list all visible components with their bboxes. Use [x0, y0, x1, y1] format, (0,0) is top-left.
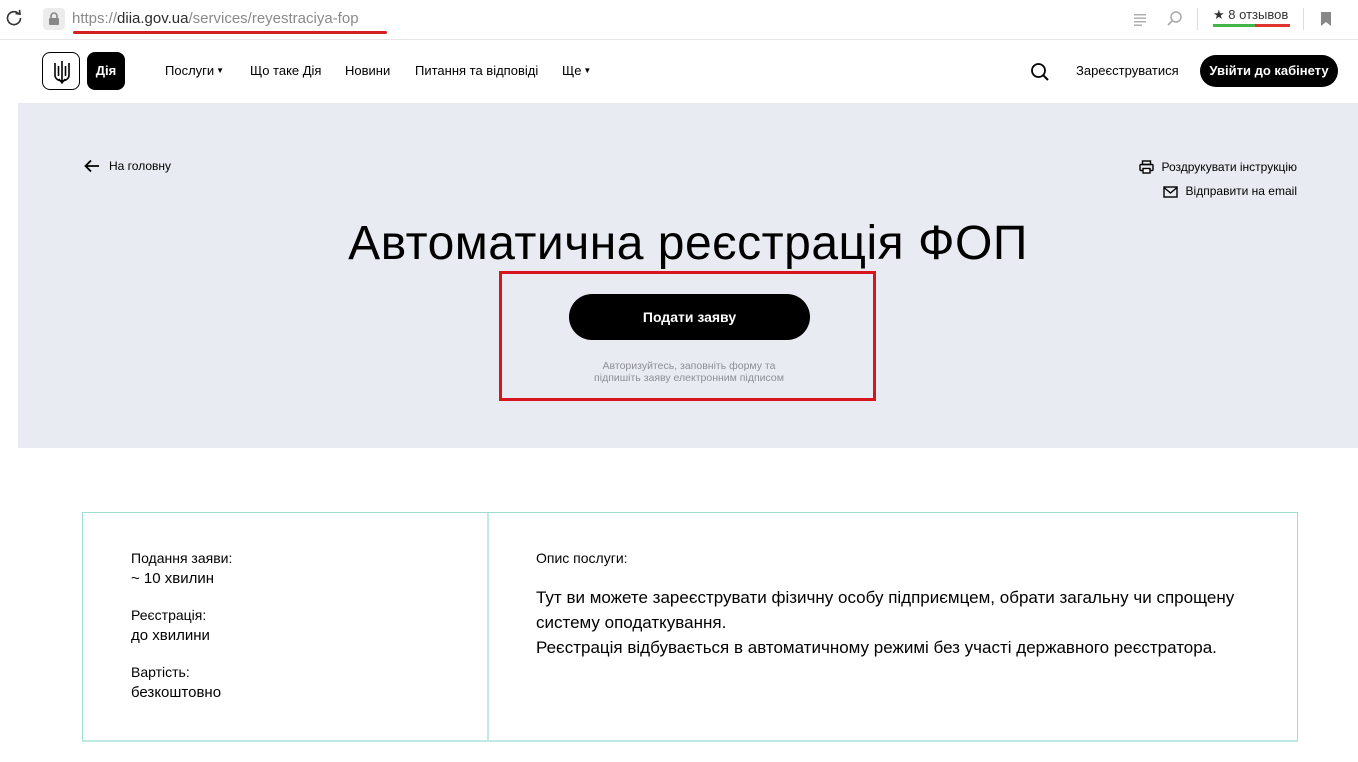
nav-about[interactable]: Що таке Дія: [250, 63, 321, 78]
apply-hint-line: Авторизуйтесь, заповніть форму та: [602, 360, 776, 372]
toolbar-divider: [1197, 8, 1198, 30]
nav-services[interactable]: Послуги ▼: [165, 63, 224, 78]
browser-address-bar: https://diia.gov.ua/services/reyestraciy…: [0, 0, 1358, 40]
print-instruction-link[interactable]: Роздрукувати інструкцію: [1138, 158, 1297, 174]
service-description: Тут ви можете зареєструвати фізичну особ…: [536, 585, 1256, 660]
url-path: /services/reyestraciya-fop: [188, 10, 359, 27]
send-email-link[interactable]: Відправити на email: [1162, 182, 1297, 198]
arrow-left-icon: [84, 159, 99, 173]
trident-icon: [54, 61, 70, 84]
nav-news[interactable]: Новини: [345, 63, 390, 78]
site-search-icon[interactable]: [1030, 62, 1050, 82]
login-button[interactable]: Увійти до кабінету: [1200, 55, 1338, 87]
description-label: Опис послуги:: [536, 550, 628, 566]
submission-time-value: ~ 10 хвилин: [131, 570, 215, 587]
lock-icon[interactable]: [43, 8, 65, 30]
diia-logo[interactable]: Дія: [87, 52, 125, 90]
description-paragraph: Реєстрація відбувається в автоматичному …: [536, 638, 1217, 657]
card-divider: [487, 513, 489, 741]
url-annotation-underline: [73, 31, 387, 34]
service-info-card: Подання заяви: ~ 10 хвилин Реєстрація: д…: [82, 512, 1298, 742]
description-paragraph: Тут ви можете зареєструвати фізичну особ…: [536, 588, 1235, 632]
reader-icon[interactable]: [1131, 10, 1149, 28]
reviews-rating-bar: [1213, 24, 1290, 27]
nav-services-label: Послуги: [165, 63, 215, 78]
submission-time-label: Подання заяви:: [131, 550, 233, 566]
envelope-icon: [1162, 186, 1178, 198]
toolbar-divider: [1303, 8, 1304, 30]
caret-down-icon: ▼: [216, 66, 225, 75]
service-hero: На головну Роздрукувати інструкцію Відпр…: [18, 103, 1358, 448]
search-icon[interactable]: [1166, 10, 1184, 28]
register-link[interactable]: Зареєструватися: [1076, 63, 1179, 78]
url-field[interactable]: https://diia.gov.ua/services/reyestraciy…: [72, 10, 359, 27]
apply-hint: Авторизуйтесь, заповніть форму та підпиш…: [539, 360, 839, 384]
page-title: Автоматична реєстрація ФОП: [348, 217, 1028, 270]
registration-time-value: до хвилини: [131, 627, 210, 644]
trident-logo[interactable]: [42, 52, 80, 90]
send-email-label: Відправити на email: [1185, 184, 1297, 198]
reviews-count: 8 отзывов: [1228, 7, 1289, 22]
print-instruction-label: Роздрукувати інструкцію: [1161, 160, 1297, 174]
site-header: Дія Послуги ▼ Що таке Дія Новини Питання …: [18, 41, 1358, 103]
printer-icon: [1138, 160, 1154, 174]
window-left-edge: [0, 41, 18, 762]
reviews-badge[interactable]: ★ 8 отзывов: [1213, 7, 1288, 23]
url-domain: diia.gov.ua: [117, 10, 189, 27]
reload-icon[interactable]: [5, 9, 23, 27]
back-home-label: На головну: [109, 159, 172, 173]
bookmark-icon[interactable]: [1317, 10, 1335, 28]
nav-faq[interactable]: Питання та відповіді: [415, 63, 538, 78]
url-scheme: https://: [72, 10, 118, 27]
caret-down-icon: ▼: [583, 66, 592, 75]
nav-more[interactable]: Ще ▼: [562, 63, 591, 78]
registration-time-label: Реєстрація:: [131, 607, 207, 623]
apply-button[interactable]: Подати заяву: [569, 294, 810, 340]
cost-label: Вартість:: [131, 664, 190, 680]
nav-more-label: Ще: [562, 63, 582, 78]
apply-hint-line: підпишіть заяву електронним підписом: [594, 372, 784, 384]
cost-value: безкоштовно: [131, 684, 222, 701]
